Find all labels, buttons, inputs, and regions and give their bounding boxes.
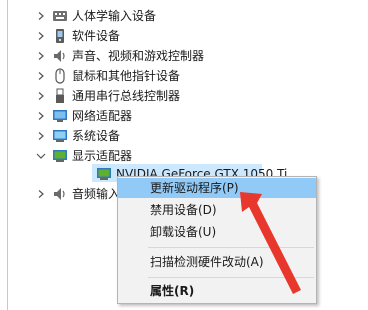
tree-item-hid[interactable]: 人体学输入设备	[0, 6, 260, 26]
menu-separator	[148, 277, 314, 278]
tree-item-network[interactable]: 网络适配器	[0, 106, 260, 126]
context-menu: 更新驱动程序(P) 禁用设备(D) 卸载设备(U) 扫描检测硬件改动(A) 属性…	[117, 176, 317, 304]
gpu-icon	[96, 166, 112, 182]
tree-item-label: 人体学输入设备	[72, 9, 157, 23]
audio-io-icon	[52, 186, 68, 202]
tree-item-display-adapters[interactable]: 显示适配器	[0, 146, 260, 166]
tree-item-label: 显示适配器	[72, 149, 133, 163]
tree-item-label: 通用串行总线控制器	[72, 89, 181, 103]
hid-icon	[52, 8, 68, 24]
chevron-right-icon[interactable]	[36, 126, 46, 146]
menu-item-disable-device[interactable]: 禁用设备(D)	[118, 200, 316, 220]
tree-item-software-devices[interactable]: 软件设备	[0, 26, 260, 46]
software-device-icon	[52, 28, 68, 44]
chevron-right-icon[interactable]	[36, 26, 46, 46]
chevron-right-icon[interactable]	[36, 46, 46, 66]
usb-icon	[52, 88, 68, 104]
system-device-icon	[52, 128, 68, 144]
tree-item-label: 系统设备	[72, 129, 121, 143]
display-adapter-icon	[52, 148, 68, 164]
menu-item-update-driver[interactable]: 更新驱动程序(P)	[118, 178, 316, 198]
chevron-right-icon[interactable]	[36, 6, 46, 26]
tree-item-sound-video-game[interactable]: 声音、视频和游戏控制器	[0, 46, 260, 66]
tree-item-label: 网络适配器	[72, 109, 133, 123]
mouse-icon	[52, 68, 68, 84]
tree-item-mouse[interactable]: 鼠标和其他指针设备	[0, 66, 260, 86]
network-adapter-icon	[52, 108, 68, 124]
tree-item-usb[interactable]: 通用串行总线控制器	[0, 86, 260, 106]
tree-item-system[interactable]: 系统设备	[0, 126, 260, 146]
tree-item-label: 鼠标和其他指针设备	[72, 69, 181, 83]
tree-item-label: 软件设备	[72, 29, 121, 43]
menu-item-scan-hardware[interactable]: 扫描检测硬件改动(A)	[118, 252, 316, 272]
tree-item-label: 声音、视频和游戏控制器	[72, 49, 205, 63]
chevron-right-icon[interactable]	[36, 184, 46, 204]
chevron-right-icon[interactable]	[36, 106, 46, 126]
chevron-down-icon[interactable]	[36, 146, 46, 166]
menu-item-properties[interactable]: 属性(R)	[118, 281, 316, 301]
menu-separator	[148, 247, 314, 248]
chevron-right-icon[interactable]	[36, 86, 46, 106]
speaker-icon	[52, 48, 68, 64]
chevron-right-icon[interactable]	[36, 66, 46, 86]
menu-item-uninstall-device[interactable]: 卸载设备(U)	[118, 222, 316, 242]
